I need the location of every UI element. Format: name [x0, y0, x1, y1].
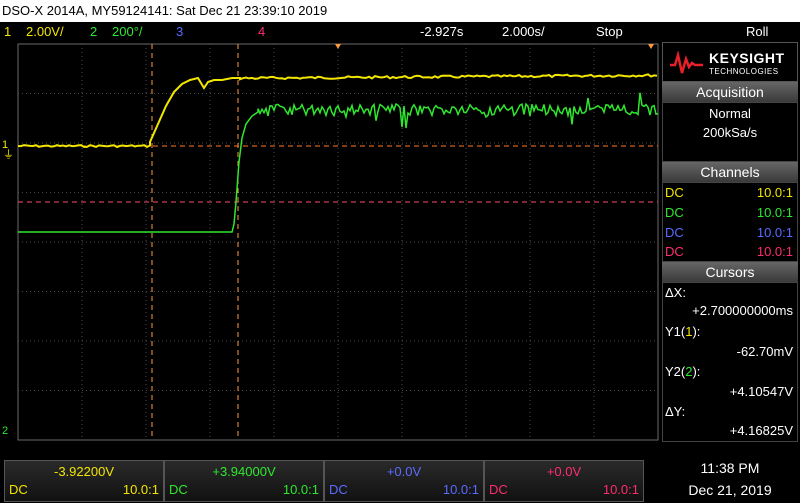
softkey-ch2-probe: 10.0:1 [282, 482, 319, 497]
cursor-dy-label: ΔY: [665, 404, 686, 419]
channels-ch2-coupling: DC [665, 205, 684, 220]
ch2-trace [18, 92, 659, 233]
clock-time: 11:38 PM [700, 460, 760, 476]
softkey-ch4-offset: +0.0V [546, 464, 582, 479]
waveform-display[interactable]: 1 ⏚ 2 [0, 42, 660, 442]
cursor-y2-suffix: ): [692, 364, 701, 379]
window-title: DSO-X 2014A, MY59124141: Sat Dec 21 23:3… [0, 0, 800, 22]
logo-sub: TECHNOLOGIES [709, 67, 779, 76]
softkey-ch4-coupling: DC [489, 482, 508, 497]
ch3-number[interactable]: 3 [176, 22, 183, 42]
cursor-y2-prefix: Y2( [665, 364, 686, 379]
softkey-ch2-offset: +3.94000V [212, 464, 276, 479]
ch4-number[interactable]: 4 [258, 22, 265, 42]
channel-softkeys: -3.92200V DC 10.0:1 +3.94000V DC 10.0:1 … [0, 456, 800, 503]
acquisition-mode: Normal [709, 106, 751, 121]
softkey-ch1-offset: -3.92200V [54, 464, 114, 479]
cursors-panel: ΔX: +2.700000000ms Y1(1): -62.70mV Y2(2)… [662, 282, 798, 442]
softkey-ch3-probe: 10.0:1 [442, 482, 479, 497]
channels-ch1-coupling: DC [665, 185, 684, 200]
ch2-ground-marker: 2 [2, 425, 8, 437]
cursor-dx-label: ΔX: [665, 285, 686, 300]
softkey-ch2-coupling: DC [169, 482, 188, 497]
status-bar: 1 2.00V/ 2 200°/ 3 4 -2.927s 2.000s/ Sto… [0, 22, 800, 42]
acquisition-rate: 200kSa/s [702, 125, 758, 140]
acquisition-header[interactable]: Acquisition [662, 82, 798, 102]
ch2-number[interactable]: 2 [90, 22, 97, 42]
ch1-number[interactable]: 1 [4, 22, 11, 42]
softkey-ch3[interactable]: +0.0V DC 10.0:1 [324, 460, 484, 502]
softkey-ch3-offset: +0.0V [386, 464, 422, 479]
graticule: 1 ⏚ 2 [2, 43, 659, 441]
clock-date: Dec 21, 2019 [688, 482, 772, 498]
trigger-marker [335, 44, 341, 49]
ch2-scale[interactable]: 200°/ [112, 22, 143, 42]
channels-ch4-coupling: DC [665, 244, 684, 259]
cursor-y1-label: Y1(1): [665, 323, 700, 341]
cursor-y1-suffix: ): [692, 324, 701, 339]
acq-mode[interactable]: Roll [746, 22, 768, 42]
run-state[interactable]: Stop [596, 22, 623, 42]
time-scale[interactable]: 2.000s/ [502, 22, 545, 42]
softkey-ch3-coupling: DC [329, 482, 348, 497]
cursor-y2-value: +4.10547V [729, 384, 793, 399]
softkey-ch1-coupling: DC [9, 482, 28, 497]
cursors-header[interactable]: Cursors [662, 262, 798, 282]
grid-lines [18, 44, 658, 440]
channels-panel: DC 10.0:1 DC 10.0:1 DC 10.0:1 DC 10.0:1 [662, 182, 798, 262]
acquisition-panel: Normal 200kSa/s [662, 102, 798, 162]
cursor-dx-value: +2.700000000ms [692, 303, 793, 318]
cursor-y2-label: Y2(2): [665, 363, 700, 381]
softkey-ch1[interactable]: -3.92200V DC 10.0:1 [4, 460, 164, 502]
softkey-ch4[interactable]: +0.0V DC 10.0:1 [484, 460, 644, 502]
softkey-ch2[interactable]: +3.94000V DC 10.0:1 [164, 460, 324, 502]
delay-marker [648, 44, 654, 49]
time-delay[interactable]: -2.927s [420, 22, 463, 42]
channels-header[interactable]: Channels [662, 162, 798, 182]
softkey-ch1-probe: 10.0:1 [122, 482, 159, 497]
channels-ch2-probe: 10.0:1 [756, 205, 793, 220]
softkey-ch4-probe: 10.0:1 [602, 482, 639, 497]
keysight-wave-icon [670, 51, 703, 74]
channels-ch3-probe: 10.0:1 [756, 225, 793, 240]
logo-brand: KEYSIGHT [709, 50, 785, 66]
channels-ch3-coupling: DC [665, 225, 684, 240]
ch1-scale[interactable]: 2.00V/ [26, 22, 64, 42]
cursor-y1-value: -62.70mV [736, 344, 793, 359]
keysight-logo: KEYSIGHT TECHNOLOGIES [662, 42, 798, 82]
cursor-dy-value: +4.16825V [729, 423, 793, 438]
ground-icon: ⏚ [3, 148, 14, 161]
side-panel: KEYSIGHT TECHNOLOGIES Acquisition Normal… [660, 42, 800, 442]
channels-ch1-probe: 10.0:1 [756, 185, 793, 200]
channels-ch4-probe: 10.0:1 [756, 244, 793, 259]
cursor-y1-prefix: Y1( [665, 324, 686, 339]
